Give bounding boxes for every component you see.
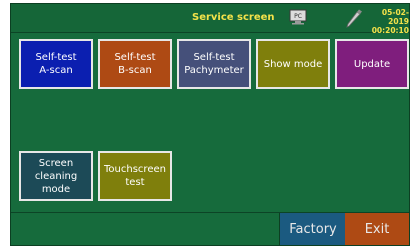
touchscreen-test-button[interactable]: Touchscreen test (98, 151, 172, 201)
pc-icon: PC (289, 9, 307, 25)
pencil-icon (346, 9, 362, 28)
service-panel: Service screen PC 05-02-2019 00:20:10 Se… (10, 3, 410, 246)
device-screen: Service screen PC 05-02-2019 00:20:10 Se… (0, 0, 412, 247)
factory-button[interactable]: Factory (279, 213, 346, 245)
datetime-display: 05-02-2019 00:20:10 (363, 8, 409, 35)
date-text: 05-02-2019 (381, 8, 409, 26)
screen-title: Service screen (192, 12, 275, 23)
self-test-b-scan-button[interactable]: Self-test B-scan (98, 39, 172, 89)
bottom-bar: Factory Exit (11, 213, 409, 245)
pc-icon-label: PC (294, 13, 302, 20)
time-text: 00:20:10 (371, 26, 409, 35)
show-mode-button[interactable]: Show mode (256, 39, 330, 89)
exit-button[interactable]: Exit (345, 213, 409, 245)
update-button[interactable]: Update (335, 39, 409, 89)
self-test-pachymeter-button[interactable]: Self-test Pachymeter (177, 39, 251, 89)
screen-cleaning-mode-button[interactable]: Screen cleaning mode (19, 151, 93, 201)
status-header: Service screen PC 05-02-2019 00:20:10 (11, 4, 409, 35)
self-test-a-scan-button[interactable]: Self-test A-scan (19, 39, 93, 89)
